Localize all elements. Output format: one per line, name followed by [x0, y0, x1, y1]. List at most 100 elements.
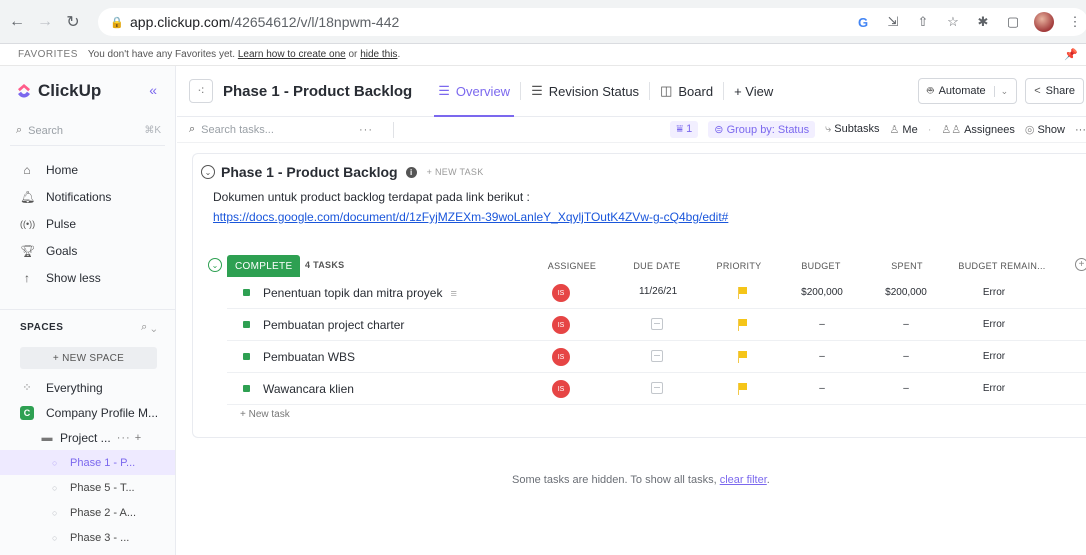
sidebar-item-everything[interactable]: ⁘ Everything [0, 375, 175, 400]
sidebar-item-label: Goals [46, 243, 78, 258]
bookmark-star-icon[interactable]: ☆ [944, 14, 962, 30]
calendar-icon[interactable] [651, 350, 663, 362]
description-link[interactable]: https://docs.google.com/document/d/1zFyj… [213, 210, 728, 224]
filter-button[interactable]: ⩸ 1 [670, 121, 699, 138]
avatar[interactable]: IS [551, 315, 571, 335]
due-date[interactable]: 11/26/21 [639, 286, 677, 297]
everything-label: Everything [46, 380, 103, 395]
folder-item[interactable]: ▬ Project ... ··· + [0, 425, 175, 450]
sidebar-search[interactable]: ⌕ Search ⌘K [10, 116, 165, 146]
calendar-icon[interactable] [651, 382, 663, 394]
spent-cell[interactable]: – [871, 383, 941, 394]
tab-overview[interactable]: ☰ Overview [428, 66, 520, 117]
collapse-sidebar-icon[interactable]: « [149, 82, 157, 98]
space-item[interactable]: C Company Profile M... [0, 400, 175, 425]
sidebar-item-goals[interactable]: 🏆︎ Goals [0, 237, 175, 264]
share-button[interactable]: < Share [1025, 78, 1084, 104]
list-title: Phase 1 - Product Backlog [221, 164, 398, 180]
task-row[interactable]: Wawancara klien IS – – Error [227, 373, 1086, 405]
task-name[interactable]: Wawancara klien [263, 382, 354, 396]
task-row[interactable]: Pembuatan project charter IS – – Error [227, 309, 1086, 341]
sidebar-list-phase-5[interactable]: ○ Phase 5 - T... [0, 475, 175, 500]
menu-kebab-icon[interactable]: ⋮ [1066, 14, 1084, 30]
sidebar-item-home[interactable]: ⌂ Home [0, 156, 175, 183]
chevron-down-icon[interactable]: ⌄ [993, 85, 1008, 97]
calendar-icon[interactable] [651, 318, 663, 330]
collapse-list-icon[interactable]: ⌄ [201, 165, 215, 179]
add-task-button[interactable]: + New task [240, 409, 290, 420]
spent-cell[interactable]: $200,000 [871, 287, 941, 298]
sidebar-item-pulse[interactable]: ((•)) Pulse [0, 210, 175, 237]
task-name[interactable]: Pembuatan WBS [263, 350, 355, 364]
add-view-button[interactable]: + View [724, 66, 783, 117]
share-page-icon[interactable]: ⇧ [914, 14, 932, 30]
folder-more-icon[interactable]: ··· + [117, 432, 142, 444]
forward-icon[interactable]: → [34, 11, 56, 33]
spent-cell[interactable]: – [871, 319, 941, 330]
status-square-icon[interactable] [243, 385, 250, 392]
google-icon[interactable]: G [854, 15, 872, 30]
tab-revision-status[interactable]: ☰ Revision Status [521, 66, 649, 117]
budget-cell[interactable]: $200,000 [787, 287, 857, 298]
collapse-group-icon[interactable]: ⌄ [208, 258, 222, 272]
sidebar-item-notifications[interactable]: 🔔︎ Notifications [0, 183, 175, 210]
column-header-budget-remaining[interactable]: BUDGET REMAIN... [958, 261, 1046, 271]
priority-flag-icon[interactable] [738, 383, 747, 395]
show-button[interactable]: ◎ Show [1025, 123, 1065, 136]
new-task-button[interactable]: + NEW TASK [427, 167, 484, 177]
task-row[interactable]: Penentuan topik dan mitra proyek ≡ IS 11/… [227, 277, 1086, 309]
task-name[interactable]: Pembuatan project charter [263, 318, 404, 332]
add-column-icon[interactable]: + [1075, 258, 1086, 271]
subtasks-button[interactable]: ⤷ Subtasks [825, 123, 879, 136]
priority-flag-icon[interactable] [738, 287, 747, 299]
back-icon[interactable]: ← [6, 11, 28, 33]
task-row[interactable]: Pembuatan WBS IS – – Error [227, 341, 1086, 373]
column-header-spent[interactable]: SPENT [884, 261, 930, 271]
status-square-icon[interactable] [243, 321, 250, 328]
status-square-icon[interactable] [243, 353, 250, 360]
avatar[interactable]: IS [551, 347, 571, 367]
tab-board[interactable]: ◫ Board [650, 66, 723, 117]
sidebar-item-show-less[interactable]: ↑ Show less [0, 264, 175, 291]
status-square-icon[interactable] [243, 289, 250, 296]
avatar[interactable]: IS [551, 283, 571, 303]
budget-cell[interactable]: – [787, 383, 857, 394]
list-label: Phase 1 - P... [70, 456, 136, 469]
profile-avatar[interactable] [1034, 12, 1054, 32]
priority-flag-icon[interactable] [738, 319, 747, 331]
extensions-icon[interactable]: ✱ [974, 14, 992, 30]
pin-icon[interactable]: 📌 [1064, 48, 1078, 61]
search-options-icon[interactable]: ··· [359, 124, 373, 136]
column-header-due-date[interactable]: DUE DATE [624, 261, 690, 271]
spent-cell[interactable]: – [871, 351, 941, 362]
address-bar[interactable]: 🔒 app.clickup.com/42654612/v/l/18npwm-44… [98, 8, 1086, 36]
reload-icon[interactable]: ↻ [62, 11, 84, 33]
group-by-button[interactable]: ⊜ Group by: Status [708, 121, 816, 138]
priority-flag-icon[interactable] [738, 351, 747, 363]
more-options-icon[interactable]: ··· [1075, 124, 1086, 136]
sidebar-list-phase-3[interactable]: ○ Phase 3 - ... [0, 525, 175, 550]
info-icon[interactable]: i [405, 166, 417, 178]
install-icon[interactable]: ⇲ [884, 14, 902, 30]
column-header-budget[interactable]: BUDGET [796, 261, 846, 271]
budget-cell[interactable]: – [787, 351, 857, 362]
spaces-search-icon[interactable]: ⌕ ⌄ [141, 321, 157, 334]
column-header-assignee[interactable]: ASSIGNEE [542, 261, 602, 271]
column-header-priority[interactable]: PRIORITY [708, 261, 770, 271]
avatar[interactable]: IS [551, 379, 571, 399]
sidebar-list-phase-1[interactable]: ○ Phase 1 - P... [0, 450, 175, 475]
automate-button[interactable]: 🤖︎ Automate ⌄ [917, 78, 1018, 104]
new-space-button[interactable]: + NEW SPACE [20, 347, 157, 369]
learn-favorites-link[interactable]: Learn how to create one [238, 49, 346, 60]
tab-label: Overview [455, 83, 511, 99]
sidebar-list-phase-2[interactable]: ○ Phase 2 - A... [0, 500, 175, 525]
budget-cell[interactable]: – [787, 319, 857, 330]
me-button[interactable]: ♙ Me [890, 123, 918, 136]
list-settings-icon[interactable]: ⁖ [189, 79, 213, 103]
status-badge[interactable]: COMPLETE [227, 255, 301, 277]
assignees-button[interactable]: ♙♙ Assignees [941, 123, 1015, 136]
clear-filter-link[interactable]: clear filter [720, 474, 767, 486]
hide-favorites-link[interactable]: hide this [360, 49, 397, 60]
task-name[interactable]: Penentuan topik dan mitra proyek ≡ [263, 286, 457, 300]
sidepanel-icon[interactable]: ▢ [1004, 14, 1022, 30]
